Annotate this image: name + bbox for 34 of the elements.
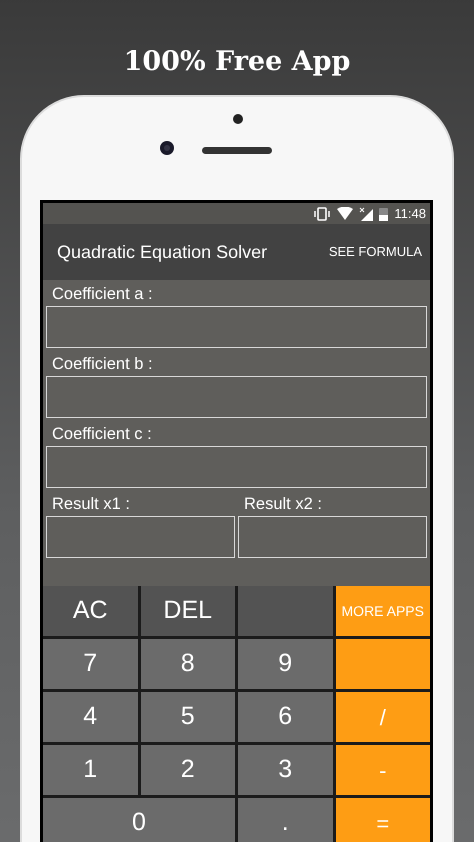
key-button[interactable]: 5	[140, 692, 235, 742]
input-field[interactable]	[46, 306, 427, 348]
speaker-icon	[202, 147, 272, 155]
key-button[interactable]: 6	[238, 692, 332, 742]
battery-icon	[379, 206, 388, 220]
key-button[interactable]: 4	[43, 692, 138, 742]
result-field[interactable]	[46, 516, 235, 558]
field-label: Coefficient a :	[51, 284, 154, 305]
input-field[interactable]	[46, 446, 427, 488]
key-button[interactable]: 2	[140, 745, 235, 795]
field-label: Coefficient c :	[51, 424, 153, 445]
input-field[interactable]	[46, 376, 427, 418]
clock-time: 11:48	[394, 204, 426, 223]
result-field[interactable]	[238, 516, 427, 558]
key-button[interactable]: 9	[238, 639, 332, 689]
wifi-icon	[337, 207, 354, 220]
key-button[interactable]: 0	[43, 798, 235, 842]
result-label: Result x2 :	[243, 494, 323, 515]
camera-icon	[159, 140, 175, 156]
key-button[interactable]: 3	[238, 745, 332, 795]
key-button[interactable]: AC	[43, 586, 138, 636]
key-button[interactable]: 1	[43, 745, 138, 795]
headline: 100% Free App	[122, 45, 352, 79]
key-button[interactable]: 7	[43, 639, 138, 689]
see-formula-button[interactable]: SEE FORMULA	[328, 242, 422, 262]
signal-icon	[359, 206, 374, 220]
vibrate-icon	[313, 206, 332, 220]
key-button[interactable]: DEL	[140, 586, 235, 636]
app-title: Quadratic Equation Solver	[57, 240, 268, 264]
key-button[interactable]: 8	[140, 639, 235, 689]
field-label: Coefficient b :	[51, 354, 154, 375]
result-label: Result x1 :	[51, 494, 131, 515]
sensor-icon	[232, 113, 244, 125]
key-button[interactable]: .	[238, 798, 332, 842]
